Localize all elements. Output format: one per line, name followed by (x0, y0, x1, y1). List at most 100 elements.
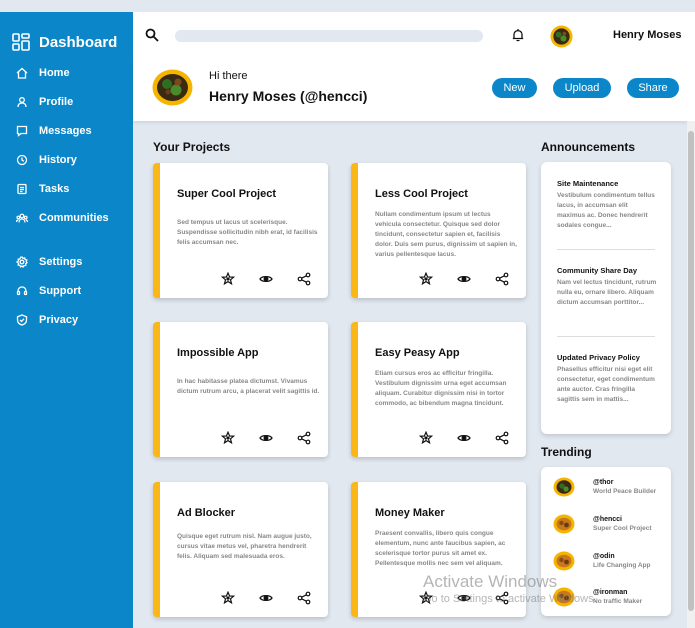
trending-project: World Peace Builder (593, 488, 657, 495)
project-description: Nullam condimentum ipsum ut lectus vehic… (375, 211, 517, 258)
card-actions (221, 591, 311, 605)
user-icon (17, 96, 27, 107)
sidebar-item-label: Privacy (39, 313, 79, 326)
sidebar-item-history[interactable]: History (0, 145, 133, 174)
announcement-body: Nam vel lectus tincidunt, rutrum nulla e… (557, 279, 657, 306)
trending-project: Super Cool Project (593, 525, 652, 532)
profile-avatar (152, 69, 193, 106)
trending-project: Life Changing App (593, 562, 651, 569)
dashboard-grid-icon (12, 33, 30, 51)
history-icon (16, 154, 28, 165)
announcement-title: Updated Privacy Policy (557, 353, 640, 362)
announcement-item[interactable]: Community Share Day Nam vel lectus tinci… (557, 266, 657, 308)
eye-icon[interactable] (457, 272, 471, 286)
profile-bar: Hi there Henry Moses (@hencci) New Uploa… (133, 60, 695, 121)
sidebar-item-tasks[interactable]: Tasks (0, 174, 133, 203)
project-card[interactable]: Super Cool Project Sed tempus ut lacus u… (153, 163, 328, 298)
scrollbar[interactable] (687, 121, 695, 628)
activation-watermark: Activate Windows Go to Settings to activ… (423, 572, 597, 605)
trending-item[interactable]: @thor World Peace Builder (553, 477, 656, 497)
sidebar-item-privacy[interactable]: Privacy (0, 305, 133, 334)
eye-icon[interactable] (259, 431, 273, 445)
gear-icon (16, 255, 28, 268)
sidebar-item-home[interactable]: Home (0, 58, 133, 87)
divider (557, 336, 655, 337)
trending-handle: @odin (593, 553, 615, 560)
eye-icon[interactable] (259, 591, 273, 605)
project-card[interactable]: Easy Peasy App Etiam cursus eros ac effi… (351, 322, 526, 457)
sidebar-item-label: Tasks (39, 182, 70, 195)
project-title: Ad Blocker (177, 507, 236, 519)
announcement-item[interactable]: Updated Privacy Policy Phasellus efficit… (557, 353, 657, 405)
sidebar-nav: Home Profile Messages History Tasks Comm… (0, 58, 133, 334)
card-actions (419, 272, 509, 286)
project-title: Super Cool Project (177, 188, 277, 200)
trending-handle: @thor (593, 479, 614, 486)
sidebar-item-communities[interactable]: Communities (0, 203, 133, 232)
upload-button[interactable]: Upload (553, 78, 611, 98)
announcement-item[interactable]: Site Maintenance Vestibulum condimentum … (557, 179, 657, 231)
communities-icon (16, 213, 28, 223)
avatar (553, 514, 575, 534)
search-icon[interactable] (145, 28, 159, 42)
star-icon[interactable] (221, 591, 235, 605)
trending-item[interactable]: @hencci Super Cool Project (553, 514, 652, 534)
announcement-body: Phasellus efficitur nisi eget elit conse… (557, 366, 655, 403)
watermark-title: Activate Windows (423, 572, 558, 591)
eye-icon[interactable] (457, 431, 471, 445)
announcements-panel: Site Maintenance Vestibulum condimentum … (541, 162, 671, 434)
avatar (553, 477, 575, 497)
profile-handle: Henry Moses (@hencci) (209, 88, 368, 104)
share-icon[interactable] (495, 272, 509, 286)
user-name[interactable]: Henry Moses (613, 29, 681, 41)
project-description: Quisque eget rutrum nisl. Nam augue just… (177, 533, 312, 560)
headset-icon (16, 285, 28, 295)
announcements-title: Announcements (541, 140, 636, 154)
star-icon[interactable] (419, 431, 433, 445)
project-title: Less Cool Project (375, 188, 468, 200)
card-actions (221, 272, 311, 286)
trending-handle: @hencci (593, 516, 623, 523)
avatar (553, 551, 575, 571)
eye-icon[interactable] (259, 272, 273, 286)
star-icon[interactable] (419, 272, 433, 286)
project-description: Sed tempus ut lacus ut scelerisque. Susp… (177, 219, 318, 246)
home-icon (16, 67, 28, 79)
sidebar-item-support[interactable]: Support (0, 276, 133, 305)
divider (557, 249, 655, 250)
greeting: Hi there (209, 70, 248, 82)
watermark-subtitle: Go to Settings to activate Windows. (423, 593, 597, 605)
project-card[interactable]: Ad Blocker Quisque eget rutrum nisl. Nam… (153, 482, 328, 617)
trending-item[interactable]: @odin Life Changing App (553, 551, 651, 571)
share-icon[interactable] (297, 431, 311, 445)
sidebar-item-settings[interactable]: Settings (0, 247, 133, 276)
project-description: Etiam cursus eros ac efficitur fringilla… (375, 370, 507, 407)
scrollbar-thumb[interactable] (688, 131, 694, 611)
announcement-title: Community Share Day (557, 266, 638, 275)
sidebar: Dashboard Home Profile Messages History … (0, 12, 133, 628)
sidebar-item-label: Settings (39, 255, 83, 268)
trending-handle: @ironman (593, 589, 628, 596)
card-actions (221, 431, 311, 445)
bell-icon[interactable] (511, 28, 525, 42)
project-description: Praesent convallis, libero quis congue e… (375, 530, 506, 567)
search-input[interactable] (175, 30, 483, 42)
share-button[interactable]: Share (627, 78, 679, 98)
star-icon[interactable] (221, 431, 235, 445)
share-icon[interactable] (297, 272, 311, 286)
announcement-body: Vestibulum condimentum tellus lacus, in … (557, 192, 655, 229)
project-card[interactable]: Less Cool Project Nullam condimentum ips… (351, 163, 526, 298)
share-icon[interactable] (495, 431, 509, 445)
star-icon[interactable] (221, 272, 235, 286)
project-card[interactable]: Impossible App In hac habitasse platea d… (153, 322, 328, 457)
sidebar-item-messages[interactable]: Messages (0, 116, 133, 145)
sidebar-item-profile[interactable]: Profile (0, 87, 133, 116)
new-button[interactable]: New (492, 78, 537, 98)
share-icon[interactable] (297, 591, 311, 605)
project-title: Easy Peasy App (375, 347, 460, 359)
project-title: Impossible App (177, 347, 259, 359)
sidebar-item-label: Support (39, 284, 82, 297)
brand-label: Dashboard (39, 33, 118, 51)
avatar[interactable] (550, 25, 573, 48)
brand[interactable]: Dashboard (0, 12, 133, 58)
